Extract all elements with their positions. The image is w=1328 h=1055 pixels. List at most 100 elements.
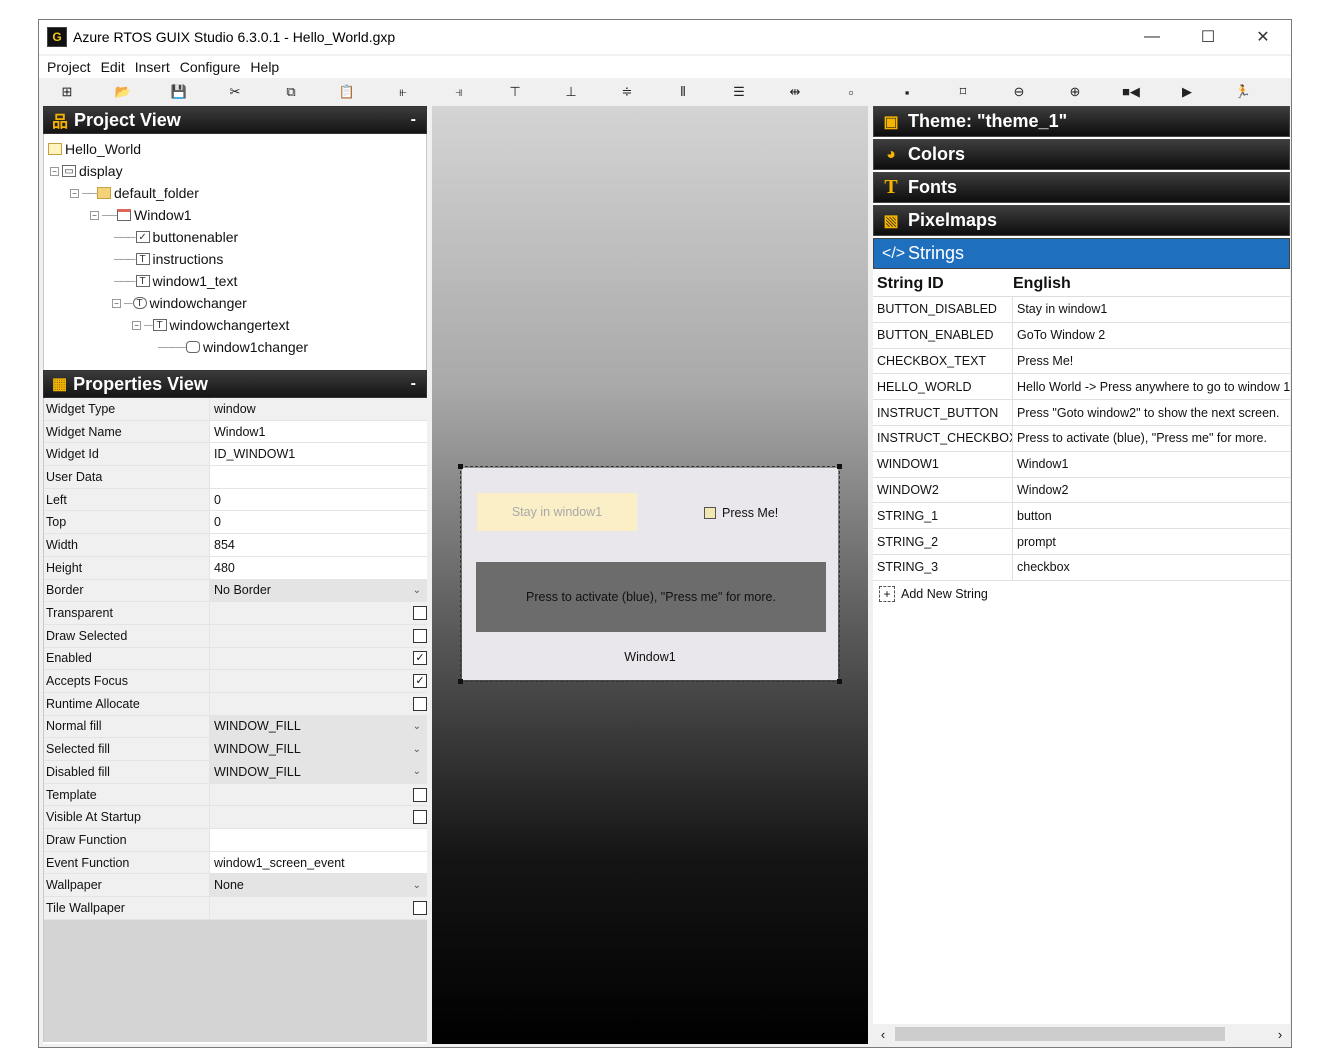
- property-checkbox[interactable]: [413, 696, 427, 711]
- tree-item-windowchanger[interactable]: − ─ T windowchanger: [46, 292, 424, 314]
- tree-item-window1-text[interactable]: ─── T window1_text: [46, 270, 424, 292]
- column-header-english[interactable]: English: [1013, 275, 1071, 293]
- tree-item-window1[interactable]: − ── Window1: [46, 204, 424, 226]
- project-view-collapse-button[interactable]: -: [411, 111, 416, 129]
- design-canvas[interactable]: Stay in window1 Press Me! Press to activ…: [432, 106, 868, 1044]
- string-row[interactable]: STRING_1 button: [873, 503, 1290, 530]
- target-window-preview[interactable]: Stay in window1 Press Me! Press to activ…: [458, 464, 842, 684]
- colors-header[interactable]: ◕ Colors: [873, 139, 1290, 170]
- cut-button[interactable]: ✂: [207, 81, 263, 103]
- maximize-button[interactable]: ☐: [1181, 20, 1235, 54]
- chevron-down-icon[interactable]: ⌄: [413, 744, 421, 755]
- add-new-string-button[interactable]: + Add New String: [873, 581, 1290, 607]
- fit-content-button[interactable]: ⌑: [935, 81, 991, 103]
- copy-button[interactable]: ⧉: [263, 81, 319, 103]
- space-horizontal-button[interactable]: ⦀: [655, 81, 711, 103]
- property-checkbox[interactable]: [413, 787, 427, 802]
- zoom-in-button[interactable]: ⊕: [1047, 81, 1103, 103]
- menu-insert[interactable]: Insert: [135, 59, 170, 75]
- tree-item-project[interactable]: Hello_World: [46, 138, 424, 160]
- pixelmaps-header[interactable]: ▧ Pixelmaps: [873, 205, 1290, 236]
- run-app-button[interactable]: 🏃: [1215, 81, 1271, 103]
- align-top-button[interactable]: ⊤: [487, 81, 543, 103]
- chevron-down-icon[interactable]: ⌄: [413, 721, 421, 732]
- preview-checkbox[interactable]: Press Me!: [704, 506, 778, 520]
- preview-prompt[interactable]: Press to activate (blue), "Press me" for…: [476, 562, 826, 632]
- menu-edit[interactable]: Edit: [101, 59, 125, 75]
- string-row[interactable]: BUTTON_DISABLED Stay in window1: [873, 297, 1290, 323]
- theme-header[interactable]: ▣ Theme: "theme_1": [873, 106, 1290, 137]
- horizontal-scrollbar[interactable]: ‹ ›: [873, 1024, 1290, 1044]
- open-folder-button[interactable]: 📂: [95, 81, 151, 103]
- scroll-left-arrow-icon[interactable]: ‹: [873, 1027, 893, 1042]
- string-row[interactable]: STRING_2 prompt: [873, 529, 1290, 555]
- resize-handle[interactable]: [458, 679, 463, 684]
- collapse-node-icon[interactable]: −: [112, 298, 121, 308]
- property-checkbox[interactable]: [413, 628, 427, 643]
- size-to-content-button[interactable]: ▫: [823, 81, 879, 103]
- string-row[interactable]: INSTRUCT_BUTTON Press "Goto window2" to s…: [873, 400, 1290, 426]
- collapse-node-icon[interactable]: −: [50, 166, 59, 176]
- space-vertical-button[interactable]: ☰: [711, 81, 767, 103]
- equal-width-button[interactable]: ⇹: [767, 81, 823, 103]
- resize-handle[interactable]: [837, 464, 842, 469]
- property-checkbox[interactable]: [413, 810, 427, 825]
- align-left-button[interactable]: ⫦: [375, 81, 431, 103]
- preview-button[interactable]: Stay in window1: [477, 493, 637, 531]
- center-vertical-button[interactable]: ≑: [599, 81, 655, 103]
- property-input[interactable]: 480: [210, 556, 427, 579]
- menu-configure[interactable]: Configure: [180, 59, 241, 75]
- tree-item-display[interactable]: − ▭ display: [46, 160, 424, 182]
- string-row[interactable]: INSTRUCT_CHECKBOX Press to activate (blue…: [873, 425, 1290, 452]
- collapse-node-icon[interactable]: −: [70, 188, 79, 198]
- fonts-header[interactable]: T Fonts: [873, 172, 1290, 203]
- property-dropdown[interactable]: None ⌄: [210, 874, 427, 897]
- tree-item-buttonenabler[interactable]: ─── ✓ buttonenabler: [46, 226, 424, 248]
- tree-item-windowchangertext[interactable]: − ─ T windowchangertext: [46, 314, 424, 336]
- property-dropdown[interactable]: No Border ⌄: [210, 579, 427, 602]
- property-dropdown[interactable]: WINDOW_FILL ⌄: [210, 761, 427, 783]
- string-row[interactable]: HELLO_WORLD Hello World -> Press anywhere…: [873, 374, 1290, 401]
- property-input[interactable]: 0: [210, 488, 427, 511]
- collapse-node-icon[interactable]: −: [132, 320, 141, 330]
- title-bar[interactable]: G Azure RTOS GUIX Studio 6.3.0.1 - Hello…: [39, 20, 1291, 54]
- close-button[interactable]: ✕: [1236, 20, 1290, 54]
- property-dropdown[interactable]: WINDOW_FILL ⌄: [210, 738, 427, 760]
- align-right-button[interactable]: ⫣: [431, 81, 487, 103]
- property-checkbox[interactable]: ✓: [413, 674, 427, 689]
- property-input[interactable]: window1_screen_event: [210, 851, 427, 874]
- chevron-down-icon[interactable]: ⌄: [413, 766, 421, 777]
- menu-project[interactable]: Project: [47, 59, 91, 75]
- tree-item-folder[interactable]: − ── default_folder: [46, 182, 424, 204]
- chevron-down-icon[interactable]: ⌄: [413, 585, 421, 596]
- minimize-button[interactable]: —: [1125, 20, 1179, 54]
- scroll-right-arrow-icon[interactable]: ›: [1270, 1027, 1290, 1042]
- properties-view-collapse-button[interactable]: -: [411, 375, 416, 393]
- property-input[interactable]: Window1: [210, 420, 427, 443]
- record-macro-button[interactable]: ■◀: [1103, 81, 1159, 103]
- align-bottom-button[interactable]: ⊥: [543, 81, 599, 103]
- property-dropdown[interactable]: WINDOW_FILL ⌄: [210, 715, 427, 738]
- property-input[interactable]: 854: [210, 534, 427, 556]
- save-button[interactable]: 💾: [151, 81, 207, 103]
- paste-button[interactable]: 📋: [319, 81, 375, 103]
- property-input[interactable]: ID_WINDOW1: [210, 443, 427, 466]
- property-checkbox[interactable]: [413, 900, 427, 915]
- run-button[interactable]: ▶: [1159, 81, 1215, 103]
- collapse-node-icon[interactable]: −: [90, 210, 99, 220]
- string-row[interactable]: CHECKBOX_TEXT Press Me!: [873, 348, 1290, 375]
- string-row[interactable]: STRING_3 checkbox: [873, 554, 1290, 581]
- resize-handle[interactable]: [458, 464, 463, 469]
- string-row[interactable]: WINDOW1 Window1: [873, 451, 1290, 478]
- string-row[interactable]: WINDOW2 Window2: [873, 477, 1290, 504]
- menu-help[interactable]: Help: [250, 59, 279, 75]
- preview-window-label[interactable]: Window1: [462, 650, 838, 664]
- tree-item-instructions[interactable]: ─── T instructions: [46, 248, 424, 270]
- property-input[interactable]: [210, 466, 427, 488]
- string-row[interactable]: BUTTON_ENABLED GoTo Window 2: [873, 322, 1290, 349]
- column-header-string-id[interactable]: String ID: [873, 275, 1013, 293]
- property-input[interactable]: 0: [210, 511, 427, 534]
- property-checkbox[interactable]: ✓: [413, 651, 427, 666]
- property-input[interactable]: [210, 829, 427, 851]
- resize-handle[interactable]: [837, 679, 842, 684]
